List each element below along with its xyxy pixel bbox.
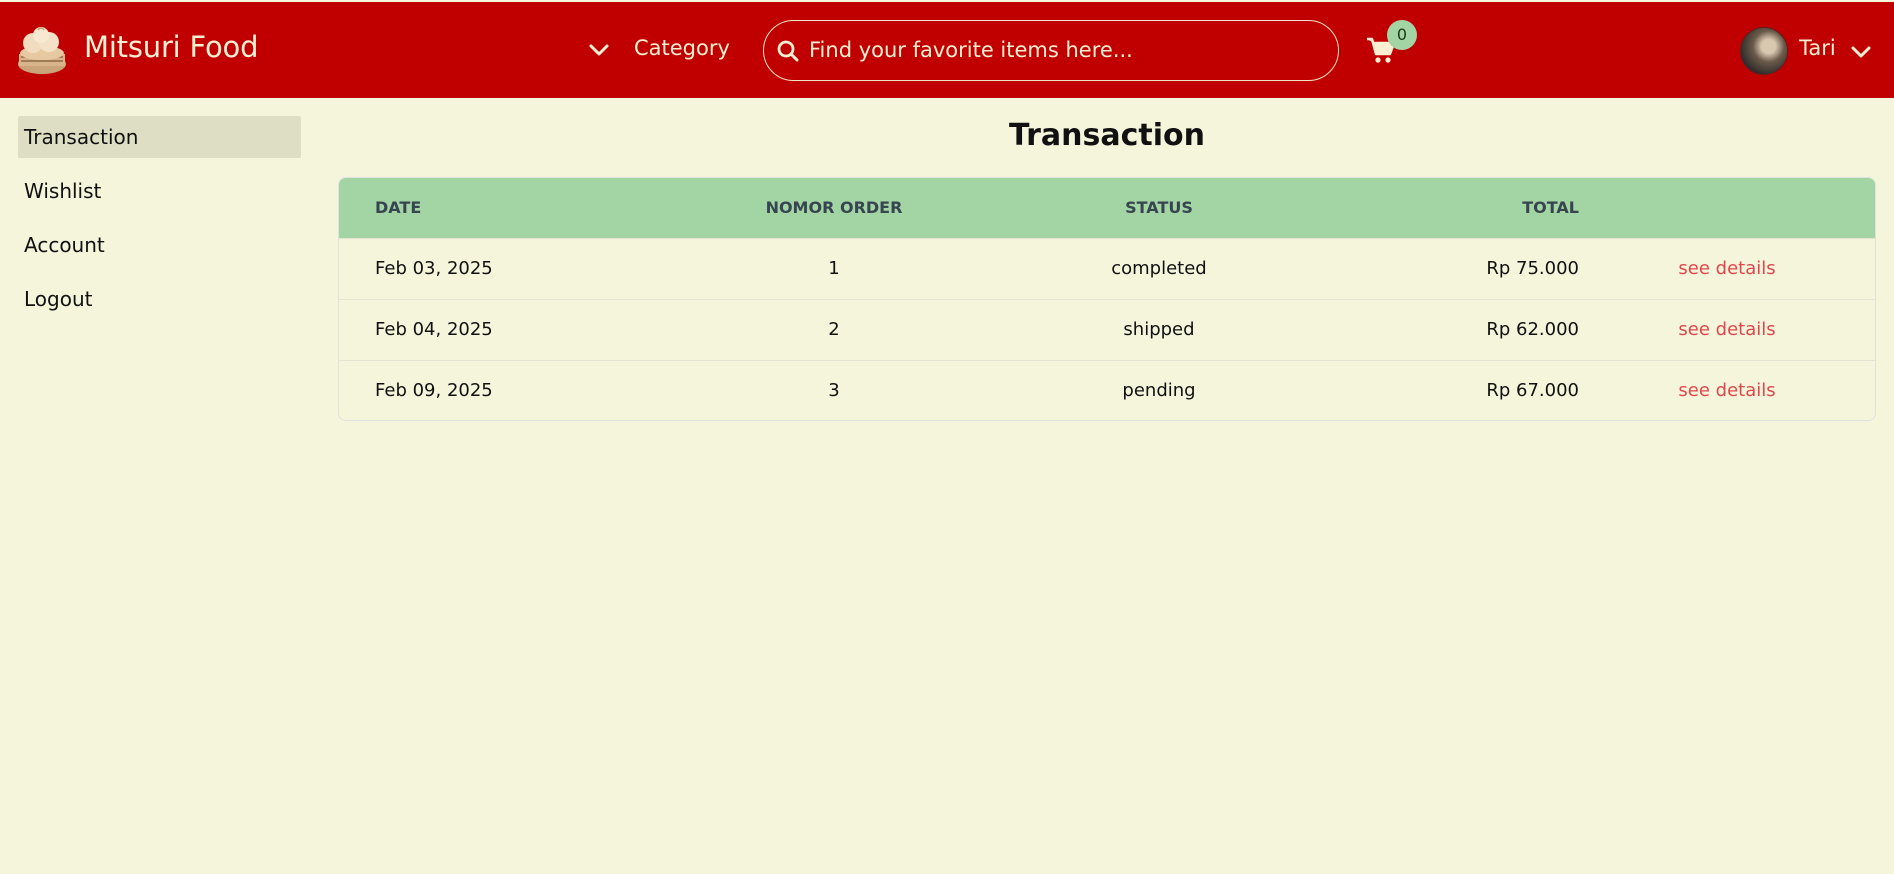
brand-name[interactable]: Mitsuri Food: [84, 30, 258, 64]
chevron-down-icon[interactable]: [1851, 45, 1871, 59]
sidebar-item-wishlist[interactable]: Wishlist: [18, 170, 301, 212]
cell-status: pending: [1122, 380, 1196, 402]
sidebar: Transaction Wishlist Account Logout: [18, 116, 301, 332]
table-row: Feb 04, 2025 2 shipped Rp 62.000 see det…: [339, 299, 1875, 360]
transaction-table: DATE NOMOR ORDER STATUS TOTAL Feb 03, 20…: [338, 177, 1876, 421]
category-dropdown[interactable]: Category: [634, 36, 730, 60]
search-icon: [777, 40, 799, 62]
username-label[interactable]: Tari: [1799, 36, 1836, 60]
see-details-link[interactable]: see details: [1678, 258, 1775, 279]
table-header-row: DATE NOMOR ORDER STATUS TOTAL: [339, 178, 1875, 238]
cell-date: Feb 09, 2025: [375, 380, 493, 402]
cell-total: Rp 75.000: [1486, 258, 1579, 279]
table-row: Feb 09, 2025 3 pending Rp 67.000 see det…: [339, 360, 1875, 420]
cell-total: Rp 67.000: [1486, 380, 1579, 402]
sidebar-item-transaction[interactable]: Transaction: [18, 116, 301, 158]
cell-date: Feb 03, 2025: [375, 258, 493, 279]
column-header-status: STATUS: [1125, 198, 1193, 218]
chevron-down-icon[interactable]: [588, 42, 610, 58]
cell-status: shipped: [1123, 319, 1195, 340]
column-header-order: NOMOR ORDER: [765, 198, 903, 218]
cell-total: Rp 62.000: [1486, 319, 1579, 340]
cell-order: 3: [828, 380, 840, 402]
top-navbar: Mitsuri Food Category 0 Tari: [0, 2, 1894, 98]
column-header-total: TOTAL: [1522, 198, 1579, 218]
cell-status: completed: [1111, 258, 1207, 279]
search-input[interactable]: [809, 21, 1319, 79]
sidebar-item-account[interactable]: Account: [18, 224, 301, 266]
avatar[interactable]: [1740, 27, 1788, 75]
cell-order: 1: [828, 258, 840, 279]
search-bar: [763, 20, 1339, 81]
dumpling-logo-icon[interactable]: [16, 24, 68, 76]
sidebar-item-logout[interactable]: Logout: [18, 278, 301, 320]
table-row: Feb 03, 2025 1 completed Rp 75.000 see d…: [339, 238, 1875, 299]
column-header-action: [1579, 178, 1875, 238]
cell-order: 2: [828, 319, 840, 340]
cell-date: Feb 04, 2025: [375, 319, 493, 340]
see-details-link[interactable]: see details: [1678, 319, 1775, 340]
cart-count-badge: 0: [1387, 20, 1417, 50]
page-title: Transaction: [1008, 118, 1206, 153]
column-header-date: DATE: [375, 198, 422, 218]
see-details-link[interactable]: see details: [1678, 380, 1775, 401]
